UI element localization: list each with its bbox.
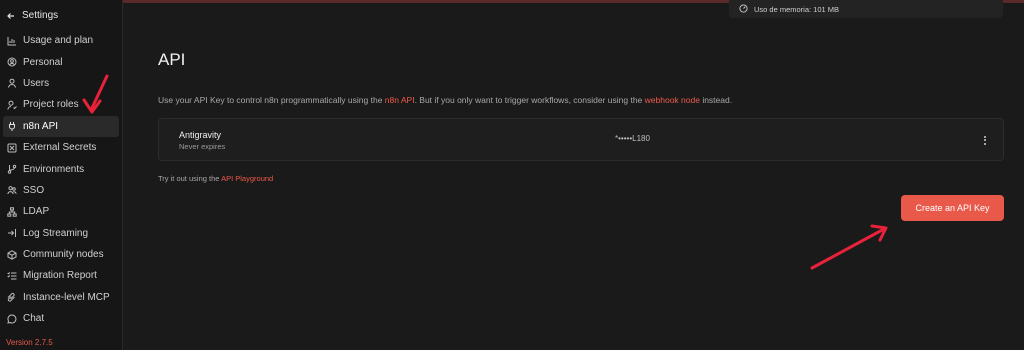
page-title: API bbox=[158, 50, 186, 69]
sidebar-item-label: Instance-level MCP bbox=[23, 291, 110, 303]
sidebar-item-label: Users bbox=[23, 77, 50, 89]
sidebar-item-label: Community nodes bbox=[23, 249, 104, 261]
tryout-prefix: Try it out using the bbox=[158, 174, 222, 183]
sidebar-nav: Usage and plan Personal Users Project ro… bbox=[3, 30, 119, 329]
sidebar-item-ldap[interactable]: LDAP bbox=[3, 201, 119, 222]
box-x-icon bbox=[7, 143, 17, 153]
list-check-icon bbox=[7, 271, 17, 281]
log-in-icon bbox=[7, 228, 17, 238]
user-circle-icon bbox=[7, 57, 17, 67]
tryout-text: Try it out using the API Playground bbox=[158, 174, 273, 183]
user-icon bbox=[7, 78, 17, 89]
sidebar-item-label: Personal bbox=[23, 56, 63, 68]
git-branch-icon bbox=[7, 164, 17, 174]
sidebar-item-n8n-api[interactable]: n8n API bbox=[3, 115, 119, 137]
sidebar-item-label: Log Streaming bbox=[23, 227, 89, 239]
sidebar-item-instance-level-mcp[interactable]: Instance-level MCP bbox=[3, 287, 119, 308]
api-key-masked-value: *•••••L180 bbox=[615, 134, 650, 143]
sidebar-item-label: Project roles bbox=[23, 99, 79, 111]
sidebar-item-label: SSO bbox=[23, 184, 45, 196]
sidebar-item-label: n8n API bbox=[23, 120, 59, 132]
sidebar-item-community-nodes[interactable]: Community nodes bbox=[3, 244, 119, 265]
sidebar-item-label: Usage and plan bbox=[23, 35, 94, 47]
back-to-settings[interactable]: Settings bbox=[6, 10, 58, 21]
create-api-key-button[interactable]: Create an API Key bbox=[901, 195, 1004, 221]
sidebar-item-label: Environments bbox=[23, 163, 85, 175]
sidebar-item-environments[interactable]: Environments bbox=[3, 158, 119, 179]
sidebar-item-usage-and-plan[interactable]: Usage and plan bbox=[3, 30, 119, 51]
chat-icon bbox=[7, 314, 17, 324]
arrow-left-icon bbox=[6, 11, 16, 21]
cube-icon bbox=[7, 249, 17, 260]
settings-title: Settings bbox=[22, 10, 59, 21]
users-icon bbox=[7, 185, 17, 195]
sidebar-item-log-streaming[interactable]: Log Streaming bbox=[3, 223, 119, 244]
sidebar-item-chat[interactable]: Chat bbox=[3, 308, 119, 329]
sidebar-item-label: Chat bbox=[23, 313, 45, 325]
plug-icon bbox=[7, 121, 17, 132]
sidebar-item-external-secrets[interactable]: External Secrets bbox=[3, 137, 119, 158]
sidebar-item-migration-report[interactable]: Migration Report bbox=[3, 265, 119, 286]
api-key-card: Antigravity Never expires *•••••L180 bbox=[158, 118, 1004, 161]
mcp-icon bbox=[7, 292, 17, 302]
network-icon bbox=[7, 207, 17, 217]
more-options-icon[interactable] bbox=[981, 132, 989, 148]
description-text: Use your API Key to control n8n programm… bbox=[158, 95, 385, 105]
api-key-expiry: Never expires bbox=[179, 142, 226, 151]
webhook-node-link[interactable]: webhook node bbox=[645, 95, 700, 105]
description-text: instead. bbox=[699, 95, 733, 105]
sidebar-item-sso[interactable]: SSO bbox=[3, 180, 119, 201]
main-content: API Use your API Key to control n8n prog… bbox=[124, 0, 1024, 350]
version-label: Version 2.7.5 bbox=[6, 338, 53, 347]
sidebar-item-project-roles[interactable]: Project roles bbox=[3, 94, 119, 115]
sidebar-item-label: External Secrets bbox=[23, 142, 97, 154]
user-check-icon bbox=[7, 100, 17, 110]
sidebar-item-users[interactable]: Users bbox=[3, 73, 119, 94]
description-text: . But if you only want to trigger workfl… bbox=[414, 95, 645, 105]
api-key-name: Antigravity bbox=[179, 130, 222, 140]
sidebar-item-personal[interactable]: Personal bbox=[3, 51, 119, 72]
sidebar-item-label: Migration Report bbox=[23, 270, 97, 282]
settings-sidebar: Settings Usage and plan Personal Users P… bbox=[0, 0, 123, 350]
sidebar-item-label: LDAP bbox=[23, 206, 50, 218]
n8n-api-link[interactable]: n8n API bbox=[385, 95, 415, 105]
chart-icon bbox=[7, 36, 17, 46]
api-playground-link[interactable]: API Playground bbox=[221, 174, 273, 183]
api-description: Use your API Key to control n8n programm… bbox=[158, 95, 732, 105]
